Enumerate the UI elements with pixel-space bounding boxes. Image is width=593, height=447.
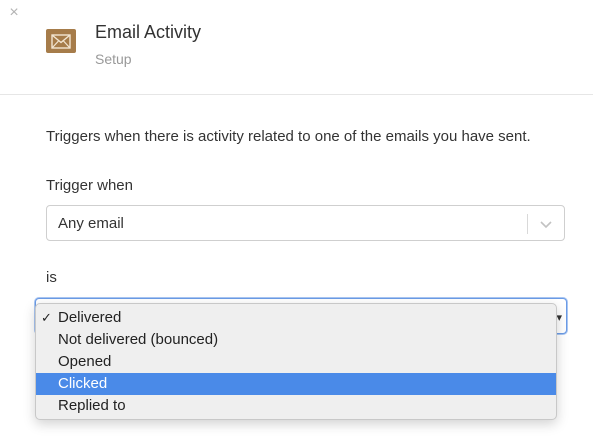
option-label: Not delivered (bounced) [58,331,219,348]
header: Email Activity Setup [0,0,593,95]
envelope-icon [46,29,76,53]
option-label: Clicked [58,375,108,392]
status-dropdown-list: ✓ Delivered Not delivered (bounced) Open… [35,303,557,420]
option-clicked[interactable]: Clicked [36,373,556,395]
option-label: Opened [58,353,112,370]
option-label: Replied to [58,397,126,414]
select-arrows-icon[interactable]: ▾ [556,311,562,324]
option-replied-to[interactable]: Replied to [36,395,556,417]
select-divider [527,214,528,234]
option-label: Delivered [58,309,122,326]
option-not-delivered[interactable]: Not delivered (bounced) [36,329,556,351]
trigger-when-value: Any email [58,215,124,232]
is-label: is [46,269,57,286]
chevron-down-icon[interactable] [537,215,555,233]
option-opened[interactable]: Opened [36,351,556,373]
option-delivered[interactable]: ✓ Delivered [36,307,556,329]
trigger-when-select[interactable]: Any email [46,205,565,241]
checkmark-icon: ✓ [41,310,52,325]
trigger-description: Triggers when there is activity related … [46,128,531,145]
page-title: Email Activity [95,22,202,42]
trigger-when-label: Trigger when [46,177,133,194]
page-subtitle: Setup [95,51,132,67]
